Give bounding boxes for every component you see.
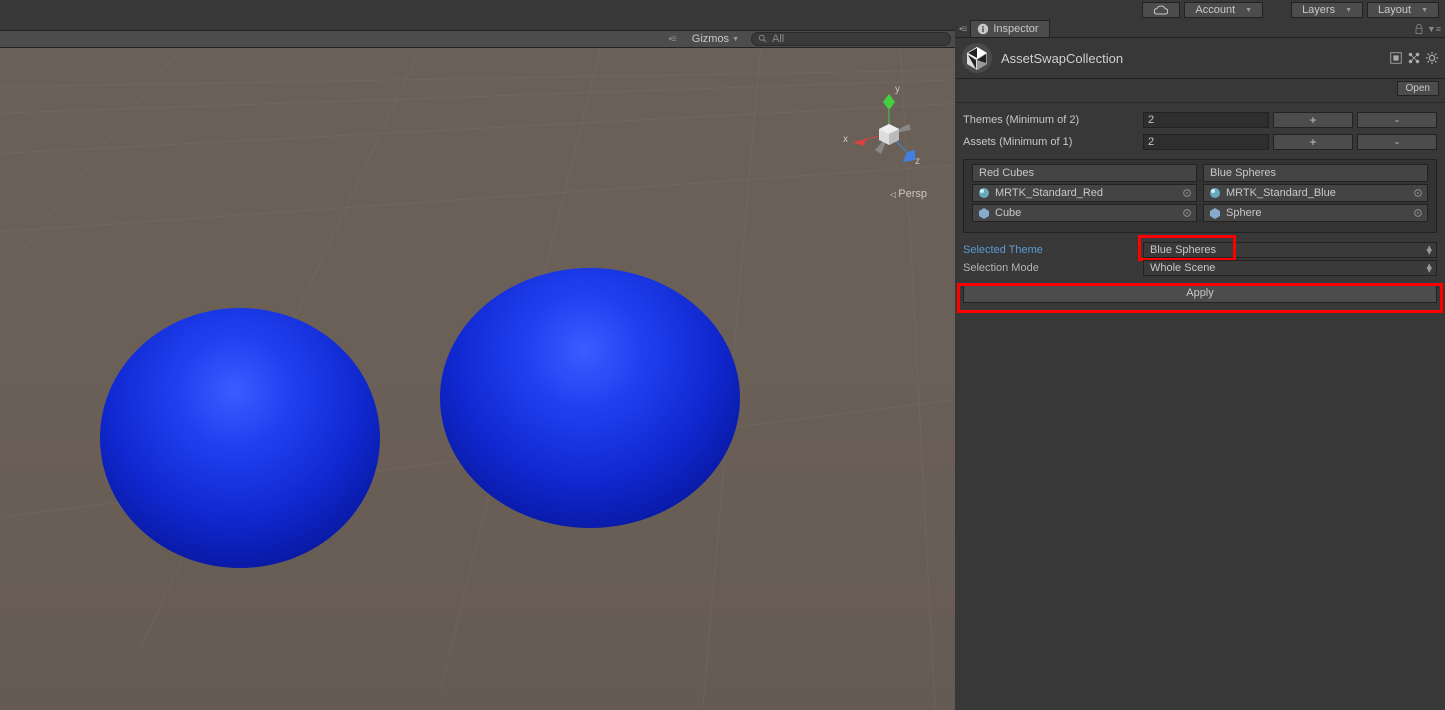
scene-view: •≡ Gizmos ▼ All [0,20,955,710]
asset-bundle-icon[interactable] [1389,51,1403,65]
selection-mode-row: Selection Mode Whole Scene ▴▾ [955,259,1445,277]
selected-theme-value: Blue Spheres [1150,244,1216,256]
themes-remove-button[interactable]: - [1357,112,1437,128]
dropdown-arrows-icon: ▴▾ [1426,246,1432,254]
axis-y-label: y [895,84,900,95]
selected-theme-label: Selected Theme [963,244,1143,256]
theme-item[interactable]: Sphere [1203,204,1428,222]
material-icon [977,186,991,200]
scene-search-input[interactable]: All [751,32,951,46]
layout-label: Layout [1378,4,1411,16]
asset-label-icon[interactable] [1407,51,1421,65]
gear-icon[interactable] [1425,51,1439,65]
asset-header: AssetSwapCollection [955,38,1445,79]
inspector-panel: •≡ Inspector ▼≡ [955,20,1445,710]
themes-add-button[interactable]: + [1273,112,1353,128]
inspector-tab-row: •≡ Inspector ▼≡ [955,20,1445,38]
dropdown-arrows-icon: ▴▾ [1426,264,1432,272]
inspector-tab-label: Inspector [993,23,1038,35]
account-label: Account [1195,4,1235,16]
layout-dropdown[interactable]: Layout ▼ [1367,2,1439,18]
theme-item-label: MRTK_Standard_Red [995,187,1103,199]
layers-label: Layers [1302,4,1335,16]
theme-item[interactable]: MRTK_Standard_Blue [1203,184,1428,202]
themes-label: Themes (Minimum of 2) [963,114,1143,126]
assets-row: Assets (Minimum of 1) 2 + - [963,133,1437,151]
search-icon [758,34,768,44]
theme-item-label: MRTK_Standard_Blue [1226,187,1336,199]
theme-column-blue: Blue Spheres MRTK_Standard_Blue Sphere [1203,164,1428,224]
axis-z-label: z [915,156,920,167]
open-button[interactable]: Open [1397,81,1439,96]
top-toolbar: Account ▼ Layers ▼ Layout ▼ [1136,0,1445,20]
scene-viewport[interactable]: x y z ◁ Persp [0,48,955,710]
selection-mode-label: Selection Mode [963,262,1143,274]
account-dropdown[interactable]: Account ▼ [1184,2,1263,18]
selection-mode-dropdown[interactable]: Whole Scene ▴▾ [1143,260,1437,276]
selected-theme-row: Selected Theme Blue Spheres ▴▾ [955,241,1445,259]
assets-add-button[interactable]: + [1273,134,1353,150]
lock-icon[interactable] [1413,23,1425,35]
axis-x-label: x [843,134,848,145]
prefab-icon [1208,206,1222,220]
assets-label: Assets (Minimum of 1) [963,136,1143,148]
gizmos-dropdown[interactable]: Gizmos ▼ [684,31,747,47]
cloud-button[interactable] [1142,2,1180,18]
chevron-down-icon: ▼ [1421,7,1428,14]
scene-sphere-2[interactable] [440,268,740,528]
panel-menu-icon[interactable]: ▼≡ [1427,24,1441,34]
layers-dropdown[interactable]: Layers ▼ [1291,2,1363,18]
unity-asset-icon [961,42,993,74]
info-icon [977,23,989,35]
prefab-icon [977,206,991,220]
object-picker-icon[interactable] [1413,188,1423,198]
asset-title: AssetSwapCollection [1001,51,1381,66]
inspector-tab[interactable]: Inspector [970,20,1049,37]
themes-row: Themes (Minimum of 2) 2 + - [963,111,1437,129]
scene-header: •≡ Gizmos ▼ All [0,30,955,48]
scene-sphere-1[interactable] [100,308,380,568]
theme-column-red: Red Cubes MRTK_Standard_Red Cube [972,164,1197,224]
persp-label[interactable]: ◁ Persp [890,188,927,200]
theme-item-label: Cube [995,207,1021,219]
material-icon [1208,186,1222,200]
theme-item[interactable]: Cube [972,204,1197,222]
theme-item-label: Sphere [1226,207,1261,219]
axis-gizmo[interactable]: x y z [849,94,929,184]
chevron-down-icon: ▼ [1245,7,1252,14]
theme-header[interactable]: Red Cubes [972,164,1197,182]
assets-remove-button[interactable]: - [1357,134,1437,150]
cloud-icon [1153,4,1169,16]
object-picker-icon[interactable] [1413,208,1423,218]
gizmos-label: Gizmos [692,33,729,45]
selection-mode-value: Whole Scene [1150,262,1215,274]
selected-theme-dropdown[interactable]: Blue Spheres ▴▾ [1143,242,1437,258]
panel-handle-icon[interactable]: •≡ [668,34,675,45]
themes-value[interactable]: 2 [1143,112,1269,128]
theme-columns: Red Cubes MRTK_Standard_Red Cube Blue Sp… [963,159,1437,233]
object-picker-icon[interactable] [1182,188,1192,198]
theme-item[interactable]: MRTK_Standard_Red [972,184,1197,202]
object-picker-icon[interactable] [1182,208,1192,218]
panel-handle-icon[interactable]: •≡ [955,24,970,37]
theme-header[interactable]: Blue Spheres [1203,164,1428,182]
chevron-down-icon: ▼ [1345,7,1352,14]
search-placeholder: All [772,33,784,45]
assets-value[interactable]: 2 [1143,134,1269,150]
apply-button[interactable]: Apply [963,283,1437,303]
